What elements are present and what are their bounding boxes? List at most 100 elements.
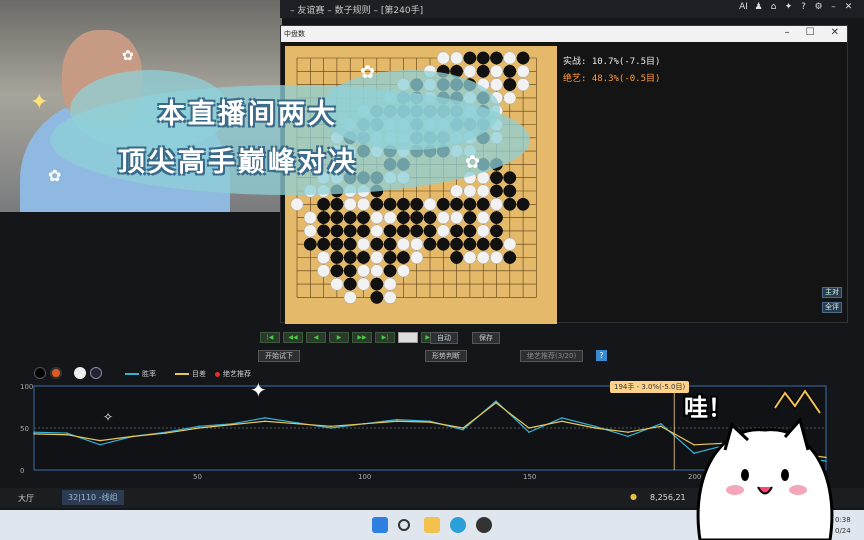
white-stone xyxy=(317,264,330,278)
ai-winrate: 绝艺: 48.3%(-0.5目) xyxy=(563,74,661,84)
sparkle-icon: ✦ xyxy=(250,378,267,402)
black-stone xyxy=(436,237,450,251)
white-stone xyxy=(370,224,384,238)
ai-icon[interactable]: AI xyxy=(738,2,749,13)
window-maximize-button[interactable]: ☐ xyxy=(806,27,815,38)
go-app-icon[interactable] xyxy=(476,517,492,533)
white-stone xyxy=(450,211,464,225)
move-number-input[interactable] xyxy=(398,332,418,343)
white-stone xyxy=(463,251,477,264)
black-stone xyxy=(303,237,317,251)
white-stone xyxy=(476,251,490,264)
black-stone xyxy=(317,224,330,238)
y-tick-label: 100 xyxy=(20,383,33,391)
black-stone xyxy=(383,224,397,238)
settings-icon[interactable]: ⚙ xyxy=(813,2,824,13)
black-stone xyxy=(490,237,503,251)
white-stone xyxy=(476,211,490,225)
back-button[interactable]: ◀ xyxy=(306,332,326,343)
flower-icon: ✿ xyxy=(465,152,481,173)
white-stone xyxy=(357,277,370,291)
black-stone xyxy=(463,211,477,225)
sparkle-icon: ✦ xyxy=(30,90,49,115)
black-stone xyxy=(397,211,410,225)
minimize-icon[interactable]: – xyxy=(828,2,839,13)
file-explorer-icon[interactable] xyxy=(424,517,440,533)
black-stone xyxy=(343,251,357,264)
score-point xyxy=(528,427,530,429)
score-point xyxy=(660,425,662,428)
x-tick-label: 100 xyxy=(358,473,371,481)
score-point xyxy=(330,425,332,428)
black-stone xyxy=(397,251,410,264)
situation-button[interactable]: 形势判断 xyxy=(425,350,467,362)
black-stone xyxy=(410,224,424,238)
white-stone xyxy=(397,237,410,251)
search-icon[interactable] xyxy=(398,519,410,531)
black-stone xyxy=(490,211,503,225)
white-stone xyxy=(383,211,397,225)
white-stone xyxy=(490,251,503,264)
side-button-review[interactable]: 全评 xyxy=(822,302,842,313)
white-stone xyxy=(317,251,330,264)
last-move-button[interactable]: ▶| xyxy=(375,332,395,343)
white-stone xyxy=(436,224,450,238)
ai-recommend-button[interactable]: 绝艺推荐(3/20) xyxy=(520,350,584,362)
winrate-info: 实战: 10.7%(-7.5目) 绝艺: 48.3%(-0.5目) xyxy=(563,54,660,88)
black-stone xyxy=(423,237,437,251)
close-icon[interactable]: ✕ xyxy=(843,2,854,13)
auto-play-button[interactable]: 自动 xyxy=(430,332,458,344)
analysis-window-title: 中盘数 xyxy=(284,30,305,38)
white-stone xyxy=(410,237,424,251)
edge-icon[interactable] xyxy=(450,517,466,533)
y-tick-label: 0 xyxy=(20,467,24,475)
black-stone xyxy=(317,237,330,251)
window-close-button[interactable]: ✕ xyxy=(831,27,839,38)
black-stone xyxy=(343,211,357,225)
gift-icon[interactable]: ✦ xyxy=(783,2,794,13)
score-point xyxy=(165,432,167,434)
white-stone xyxy=(436,211,450,225)
black-stone xyxy=(423,224,437,238)
forward-button[interactable]: ▶ xyxy=(329,332,349,343)
black-stone xyxy=(463,224,477,238)
score-point xyxy=(66,433,68,436)
save-button[interactable]: 保存 xyxy=(472,332,500,344)
back-ten-button[interactable]: ◀◀ xyxy=(283,332,303,343)
black-stone xyxy=(330,264,344,278)
first-move-button[interactable]: |◀ xyxy=(260,332,280,343)
window-minimize-button[interactable]: – xyxy=(785,27,790,38)
black-stone xyxy=(357,224,370,238)
black-stone xyxy=(410,211,424,225)
forward-ten-button[interactable]: ▶▶ xyxy=(352,332,372,343)
black-stone xyxy=(357,251,370,264)
winrate-point xyxy=(561,417,563,419)
help-icon[interactable]: ? xyxy=(596,350,607,361)
black-stone xyxy=(370,237,384,251)
white-stone xyxy=(330,277,344,291)
black-stone xyxy=(463,237,477,251)
black-stone xyxy=(397,224,410,238)
score-point xyxy=(594,427,596,429)
chart-tooltip: 194手 - 3.0%(-5.0目) xyxy=(610,381,690,393)
score-point xyxy=(627,431,629,433)
white-stone xyxy=(370,251,384,264)
x-tick-label: 50 xyxy=(193,473,202,481)
game-tab[interactable]: 32|110 -线组 xyxy=(62,490,124,505)
black-stone xyxy=(450,224,464,238)
start-icon[interactable] xyxy=(372,517,388,533)
home-icon[interactable]: ⌂ xyxy=(768,2,779,13)
help-icon[interactable]: ? xyxy=(798,2,809,13)
winrate-point xyxy=(396,418,398,421)
black-stone xyxy=(476,237,490,251)
user-icon[interactable]: ♟ xyxy=(753,2,764,13)
score-point xyxy=(264,420,266,423)
score-point xyxy=(132,435,134,438)
white-stone xyxy=(476,224,490,238)
black-stone xyxy=(450,251,464,264)
start-trial-button[interactable]: 开始试下 xyxy=(258,350,300,362)
winrate-point xyxy=(264,417,266,419)
white-stone xyxy=(410,251,424,264)
side-button-main[interactable]: 主对 xyxy=(822,287,842,298)
hall-button[interactable]: 大厅 xyxy=(18,493,34,504)
